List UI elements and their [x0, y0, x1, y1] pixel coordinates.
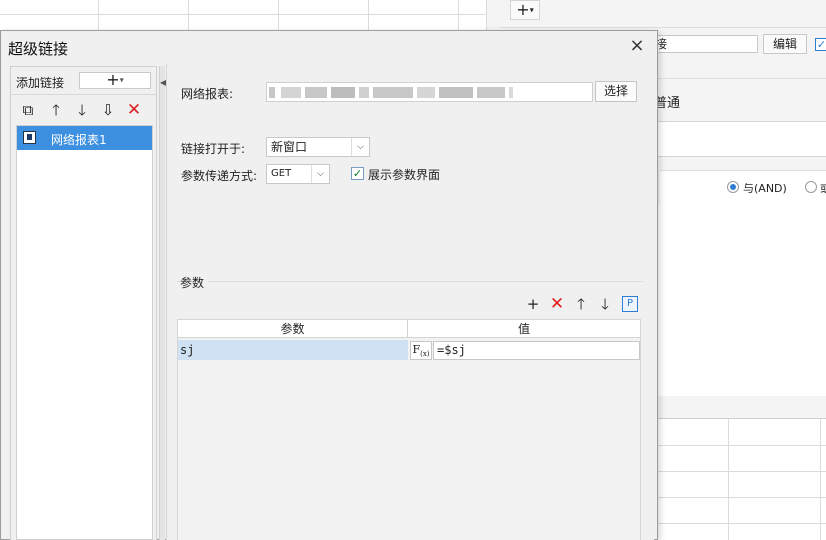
params-title: 参数 [180, 274, 209, 291]
plus-icon[interactable]: + [523, 295, 543, 313]
redacted-text [331, 87, 355, 98]
report-label: 网络报表: [181, 87, 234, 101]
redacted-text [281, 87, 301, 98]
edit-button[interactable]: 编辑 [763, 34, 807, 54]
and-radio[interactable] [727, 181, 739, 193]
param-value-cell[interactable]: =$sj [433, 341, 640, 360]
grid-line [656, 497, 826, 498]
dialog-title: 超级链接 [8, 40, 69, 58]
hyperlink-dialog: 超级链接 × 添加链接 +▾ ⧉ 🡑 🡓 ⇩ ✕ 网络报表1 ◀ 网络报表: 选… [0, 30, 658, 540]
list-item-label: 网络报表1 [51, 133, 107, 147]
redacted-text [477, 87, 505, 98]
redacted-text [417, 87, 435, 98]
grid-line [278, 0, 279, 32]
sort-down-icon[interactable]: ⇩ [97, 100, 119, 120]
bg-link-input[interactable]: 接 [650, 35, 758, 53]
redacted-text [305, 87, 327, 98]
grid-line [656, 471, 826, 472]
grid-line [728, 419, 729, 540]
bg-checkbox[interactable]: ✓ [815, 38, 826, 51]
grid-line [368, 0, 369, 32]
grid-line [820, 419, 821, 540]
chevron-down-icon: ▾ [119, 75, 124, 85]
chevron-down-icon: ▾ [529, 5, 534, 15]
arrow-up-icon[interactable]: 🡑 [45, 100, 67, 120]
bg-add-button[interactable]: +▾ [510, 0, 540, 20]
plus-icon: + [516, 0, 530, 19]
choose-button[interactable]: 选择 [595, 81, 637, 102]
report-path-field[interactable] [266, 82, 593, 102]
link-toolbar: ⧉ 🡑 🡓 ⇩ ✕ [11, 94, 156, 124]
param-name-cell[interactable]: sj [178, 340, 408, 360]
or-label: 或 [820, 182, 826, 195]
grid-line [188, 0, 189, 32]
add-link-label: 添加链接 [16, 76, 65, 90]
or-radio[interactable] [805, 181, 817, 193]
p-icon[interactable]: P [622, 296, 638, 312]
params-group: 参数 + ✕ 🡑 🡓 P 参数 值 sj F(x) =$sj [177, 274, 643, 540]
grid-line [0, 14, 500, 15]
arrow-down-icon[interactable]: 🡓 [595, 295, 615, 313]
params-table: 参数 值 sj F(x) =$sj [177, 319, 641, 540]
divider [500, 27, 826, 28]
bg-cell-grid [656, 418, 826, 540]
report-icon [23, 131, 36, 144]
condition-area [658, 206, 826, 396]
column-header-param[interactable]: 参数 [178, 320, 408, 338]
and-label: 与(AND) [743, 182, 787, 195]
arrow-down-icon[interactable]: 🡓 [71, 100, 93, 120]
copy-icon[interactable]: ⧉ [17, 100, 39, 120]
redacted-text [373, 87, 413, 98]
add-link-button[interactable]: +▾ [79, 72, 151, 89]
grid-line [656, 445, 826, 446]
grid-line [458, 0, 459, 32]
redacted-text [439, 87, 473, 98]
redacted-text [359, 87, 369, 98]
grid-line [98, 0, 99, 32]
arrow-up-icon[interactable]: 🡑 [571, 295, 591, 313]
chevron-down-icon: ⌵ [311, 165, 329, 183]
link-list-pane: 添加链接 +▾ ⧉ 🡑 🡓 ⇩ ✕ 网络报表1 [10, 66, 157, 540]
plus-icon: + [106, 70, 120, 89]
link-settings-pane: 网络报表: 选择 链接打开于: 新窗口 ⌵ 参数传递方式: GET ⌵ ✓ 展示… [166, 64, 654, 540]
list-item[interactable]: 网络报表1 [17, 126, 152, 150]
show-params-label: 展示参数界面 [368, 168, 441, 182]
show-params-checkbox[interactable]: ✓ [351, 167, 364, 180]
open-in-select[interactable]: 新窗口 ⌵ [266, 137, 370, 157]
chevron-down-icon: ⌵ [351, 138, 369, 156]
formula-icon[interactable]: F(x) [410, 341, 432, 360]
column-header-value[interactable]: 值 [408, 320, 640, 338]
pane-splitter[interactable]: ◀ [159, 66, 166, 540]
open-in-value: 新窗口 [271, 140, 308, 154]
method-select[interactable]: GET ⌵ [266, 164, 330, 184]
redacted-text [269, 87, 275, 98]
open-in-label: 链接打开于: [181, 142, 246, 156]
redacted-text [509, 87, 513, 98]
delete-icon[interactable]: ✕ [123, 100, 145, 120]
bg-content-box [653, 121, 826, 157]
delete-icon[interactable]: ✕ [547, 295, 567, 313]
close-icon[interactable]: × [627, 37, 647, 57]
method-label: 参数传递方式: [181, 169, 258, 183]
grid-line [656, 523, 826, 524]
method-value: GET [271, 168, 292, 179]
link-tree: 网络报表1 [16, 125, 153, 540]
